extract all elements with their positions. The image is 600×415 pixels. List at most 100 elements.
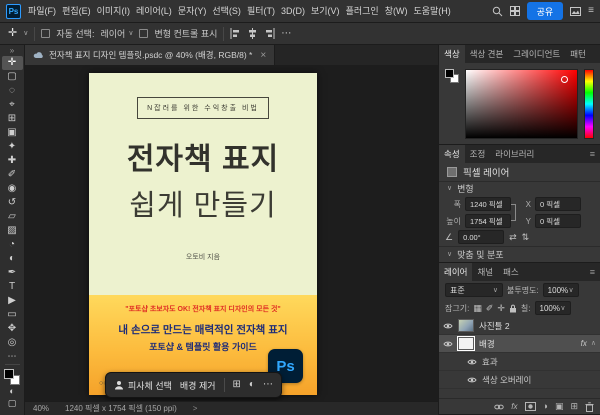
menu-view[interactable]: 보기(V)	[308, 0, 343, 22]
layer-name[interactable]: 배경	[479, 338, 495, 350]
tab-patterns[interactable]: 패턴	[565, 45, 591, 63]
layer-thumbnail[interactable]	[458, 337, 474, 350]
collapse-toolbar-icon[interactable]: »	[10, 46, 14, 56]
color-overlay-label[interactable]: 색상 오버레이	[482, 374, 531, 386]
marquee-tool[interactable]: ▢	[2, 70, 23, 84]
close-icon[interactable]: ×	[260, 50, 266, 61]
lock-transparent-pixels-icon[interactable]: ▦	[473, 304, 482, 313]
tab-color[interactable]: 색상	[439, 45, 465, 63]
fill-dropdown[interactable]: 100% ∨	[535, 301, 571, 315]
delete-layer-icon[interactable]	[585, 402, 594, 412]
lock-all-icon[interactable]	[509, 304, 517, 313]
new-layer-icon[interactable]: ⊞	[570, 402, 578, 411]
visibility-eye-icon[interactable]	[467, 358, 477, 366]
select-subject-button[interactable]: 피사체 선택	[114, 379, 172, 392]
layer-row[interactable]: 배경 fx ∧	[439, 335, 600, 353]
panel-menu-icon[interactable]: ≡	[588, 6, 594, 16]
color-overlay-row[interactable]: 색상 오버레이	[439, 371, 600, 389]
align-left-icon[interactable]	[230, 28, 241, 39]
remove-background-button[interactable]: 배경 제거	[180, 379, 216, 392]
gradient-tool[interactable]: ▨	[2, 224, 23, 238]
menu-3d[interactable]: 3D(D)	[278, 0, 308, 22]
foreground-color-swatch[interactable]	[4, 369, 14, 379]
layer-thumbnail[interactable]	[458, 319, 474, 332]
search-icon[interactable]	[492, 6, 503, 17]
menu-file[interactable]: 파일(F)	[25, 0, 59, 22]
align-right-icon[interactable]	[264, 28, 275, 39]
layer-style-icon[interactable]: fx	[511, 403, 517, 411]
foreground-color-swatch[interactable]	[445, 69, 454, 78]
width-field[interactable]: 1240 픽셀	[465, 197, 511, 211]
lock-image-pixels-icon[interactable]: ✐	[486, 304, 494, 313]
tab-gradients[interactable]: 그레이디언트	[508, 45, 565, 63]
menu-window[interactable]: 창(W)	[382, 0, 411, 22]
visibility-eye-icon[interactable]	[443, 340, 453, 348]
layer-row[interactable]: 사진틀 2	[439, 317, 600, 335]
document-tab[interactable]: 전자책 표지 디자인 템플릿.psdc @ 40% (배경, RGB/8) * …	[25, 45, 275, 65]
transform-section-header[interactable]: ∨ 변형	[439, 182, 600, 196]
fx-badge[interactable]: fx	[581, 339, 587, 348]
tab-channels[interactable]: 채널	[472, 263, 498, 281]
adjustments-icon[interactable]: ◐	[249, 380, 255, 390]
healing-brush-tool[interactable]: ✚	[2, 154, 23, 168]
adjustment-layer-icon[interactable]: ◑	[543, 402, 548, 411]
color-cursor[interactable]	[561, 76, 568, 83]
foreground-background-swatches[interactable]	[445, 69, 459, 83]
workspace-grid-icon[interactable]	[510, 6, 520, 16]
align-center-icon[interactable]	[247, 28, 258, 39]
tab-properties[interactable]: 속성	[439, 145, 465, 163]
lasso-tool[interactable]: ◌	[2, 84, 23, 98]
hue-slider[interactable]	[584, 69, 594, 139]
edit-toolbar-icon[interactable]: ⋯	[2, 350, 23, 362]
dodge-tool[interactable]: ◐	[2, 252, 23, 266]
brush-tool[interactable]: ✐	[2, 168, 23, 182]
menu-help[interactable]: 도움말(H)	[410, 0, 453, 22]
move-tool[interactable]: ✛	[2, 56, 23, 70]
auto-select-dropdown[interactable]: 레이어 ∨	[100, 27, 133, 40]
blur-tool[interactable]: ◔	[2, 238, 23, 252]
x-field[interactable]: 0 픽셀	[535, 197, 581, 211]
path-selection-tool[interactable]: ▶	[2, 294, 23, 308]
flip-vertical-icon[interactable]: ⇅	[522, 232, 530, 243]
tab-paths[interactable]: 패스	[498, 263, 524, 281]
eyedropper-tool[interactable]: ✦	[2, 140, 23, 154]
zoom-tool[interactable]: ◎	[2, 336, 23, 350]
transform-icon[interactable]: ⊞	[233, 380, 241, 390]
menu-filter[interactable]: 필터(T)	[244, 0, 278, 22]
align-section-header[interactable]: ∨ 맞춤 및 분포	[439, 248, 600, 262]
effects-label[interactable]: 효과	[482, 356, 498, 368]
screen-mode-icon[interactable]: ▢	[2, 397, 23, 409]
show-transform-controls-checkbox[interactable]	[139, 29, 148, 38]
document-canvas[interactable]: N잡러를 위한 수익창출 비법 전자책 표지 쉽게 만들기 오토비 지음 "포토…	[89, 73, 317, 395]
angle-field[interactable]: 0.00°	[458, 230, 504, 244]
new-group-icon[interactable]: ▣	[555, 402, 564, 411]
image-gallery-icon[interactable]	[570, 7, 581, 16]
auto-select-checkbox[interactable]	[41, 29, 50, 38]
menu-select[interactable]: 선택(S)	[209, 0, 244, 22]
flip-horizontal-icon[interactable]: ⇄	[509, 232, 517, 243]
color-picker-field[interactable]	[465, 69, 578, 139]
blend-mode-dropdown[interactable]: 표준 ∨	[445, 283, 503, 297]
panel-menu-icon[interactable]: ≡	[590, 263, 600, 281]
layer-effects-row[interactable]: 효과	[439, 353, 600, 371]
layer-name[interactable]: 사진틀 2	[479, 320, 510, 332]
quick-mask-icon[interactable]: ◐	[2, 385, 23, 397]
chevron-up-icon[interactable]: ∧	[591, 340, 596, 347]
visibility-eye-icon[interactable]	[443, 322, 453, 330]
type-tool[interactable]: T	[2, 280, 23, 294]
link-layers-icon[interactable]	[494, 404, 504, 410]
opacity-dropdown[interactable]: 100% ∨	[543, 283, 579, 297]
zoom-level[interactable]: 40%	[33, 404, 49, 413]
tab-swatches[interactable]: 색상 견본	[465, 45, 509, 63]
visibility-eye-icon[interactable]	[467, 376, 477, 384]
tab-layers[interactable]: 레이어	[439, 263, 472, 281]
menu-edit[interactable]: 편집(E)	[59, 0, 94, 22]
foreground-background-swatches[interactable]	[4, 369, 20, 385]
more-options-icon[interactable]: ⋯	[281, 28, 291, 39]
link-dimensions-icon[interactable]	[511, 204, 516, 221]
y-field[interactable]: 0 픽셀	[535, 214, 581, 228]
chevron-down-icon[interactable]: ∨	[23, 30, 28, 37]
tab-adjustments[interactable]: 조정	[465, 145, 491, 163]
height-field[interactable]: 1754 픽셀	[465, 214, 511, 228]
tab-libraries[interactable]: 라이브러리	[490, 145, 539, 163]
